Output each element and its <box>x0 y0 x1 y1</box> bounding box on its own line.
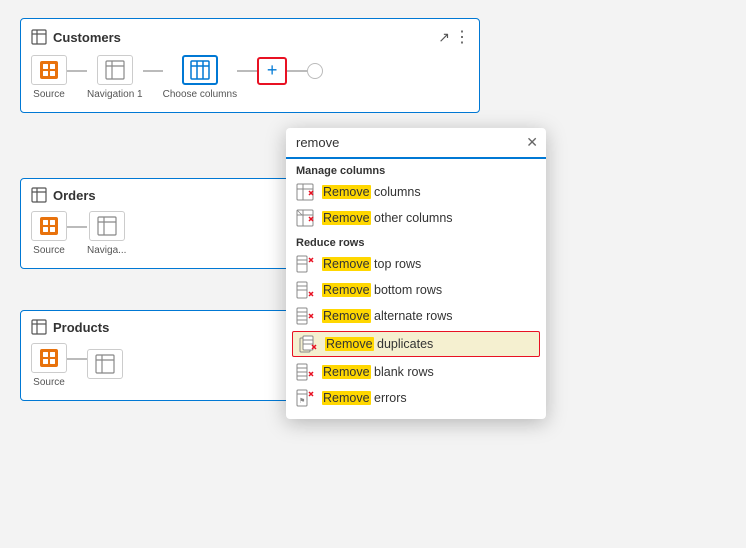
products-card: Products Source <box>20 310 300 401</box>
remove-other-columns-item[interactable]: Remove other columns <box>286 205 546 231</box>
remove-other-columns-icon <box>296 209 314 227</box>
source-icon <box>38 215 60 237</box>
add-step-button[interactable]: + <box>257 57 287 85</box>
nav-icon <box>96 215 118 237</box>
orders-nav-label: Naviga... <box>87 245 126 256</box>
remove-duplicates-text: Remove duplicates <box>325 337 433 351</box>
remove-duplicates-item[interactable]: Remove duplicates <box>292 331 540 357</box>
nav-icon <box>104 59 126 81</box>
connector <box>67 226 87 228</box>
remove-bottom-rows-text: Remove bottom rows <box>322 283 442 297</box>
connector <box>143 70 163 72</box>
products-source-step[interactable]: Source <box>31 343 67 388</box>
connector <box>67 70 87 72</box>
search-dropdown: ✕ Manage columns Remove columns <box>286 128 546 419</box>
manage-columns-label: Manage columns <box>286 159 546 179</box>
orders-source-step[interactable]: Source <box>31 211 67 256</box>
remove-columns-icon <box>296 183 314 201</box>
search-input[interactable] <box>296 135 520 150</box>
connector <box>287 70 307 72</box>
navigation-step[interactable]: Navigation 1 <box>87 55 143 100</box>
clear-search-button[interactable]: ✕ <box>526 134 538 151</box>
source-step[interactable]: Source <box>31 55 67 100</box>
connector <box>67 358 87 360</box>
products-title: Products <box>53 320 109 335</box>
remove-errors-icon: ⚑ <box>296 389 314 407</box>
reduce-rows-label: Reduce rows <box>286 231 546 251</box>
choose-cols-icon <box>189 59 211 81</box>
orders-card: Orders Source <box>20 178 300 269</box>
remove-errors-item[interactable]: ⚑ Remove errors <box>286 385 546 411</box>
remove-errors-text: Remove errors <box>322 391 407 405</box>
remove-bottom-rows-item[interactable]: Remove bottom rows <box>286 277 546 303</box>
collapse-icon[interactable]: ↗ <box>438 29 450 46</box>
remove-blank-rows-item[interactable]: Remove blank rows <box>286 359 546 385</box>
source-label: Source <box>33 89 65 100</box>
products-source-label: Source <box>33 377 65 388</box>
source-icon <box>38 347 60 369</box>
remove-blank-rows-icon <box>296 363 314 381</box>
remove-other-columns-text: Remove other columns <box>322 211 453 225</box>
remove-top-rows-icon <box>296 255 314 273</box>
products-nav-step[interactable] <box>87 349 123 383</box>
end-circle <box>307 63 323 79</box>
customers-title: Customers <box>53 30 121 45</box>
remove-bottom-rows-icon <box>296 281 314 299</box>
table-icon <box>31 319 47 335</box>
connector <box>237 70 257 72</box>
customers-card: Customers ↗ ⋮ Source <box>20 18 480 113</box>
remove-top-rows-text: Remove top rows <box>322 257 421 271</box>
nav-icon <box>94 353 116 375</box>
remove-alternate-rows-icon <box>296 307 314 325</box>
choose-columns-step[interactable]: Choose columns <box>163 55 237 100</box>
search-row: ✕ <box>286 128 546 159</box>
remove-alternate-rows-item[interactable]: Remove alternate rows <box>286 303 546 329</box>
svg-text:⚑: ⚑ <box>299 397 305 405</box>
remove-alternate-rows-text: Remove alternate rows <box>322 309 453 323</box>
orders-title: Orders <box>53 188 96 203</box>
table-icon <box>31 29 47 45</box>
orders-source-label: Source <box>33 245 65 256</box>
remove-top-rows-item[interactable]: Remove top rows <box>286 251 546 277</box>
choose-columns-label: Choose columns <box>163 89 237 100</box>
remove-blank-rows-text: Remove blank rows <box>322 365 434 379</box>
orders-nav-step[interactable]: Naviga... <box>87 211 126 256</box>
remove-columns-text: Remove columns <box>322 185 421 199</box>
source-icon <box>38 59 60 81</box>
more-options-icon[interactable]: ⋮ <box>454 27 469 47</box>
navigation-label: Navigation 1 <box>87 89 143 100</box>
remove-duplicates-icon <box>299 335 317 353</box>
table-icon <box>31 187 47 203</box>
remove-columns-item[interactable]: Remove columns <box>286 179 546 205</box>
